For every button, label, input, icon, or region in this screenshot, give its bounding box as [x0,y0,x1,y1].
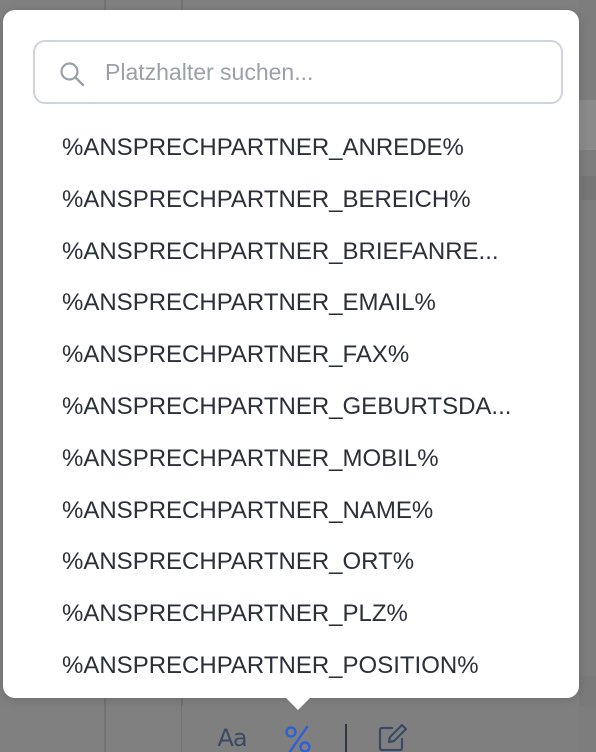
search-icon [60,62,85,87]
placeholder-item[interactable]: %ANSPRECHPARTNER_NAME% [3,485,579,537]
search-field[interactable] [33,40,563,104]
editor-toolbar: Aa [182,706,579,752]
placeholder-popover: %ANSPRECHPARTNER_ANREDE% %ANSPRECHPARTNE… [3,10,579,698]
placeholder-item[interactable]: %ANSPRECHPARTNER_ORT% [3,536,579,588]
background-panel-block [579,176,596,200]
insert-placeholder-button[interactable] [282,724,314,752]
edit-button[interactable] [377,724,409,752]
toolbar-divider [345,724,347,752]
search-input[interactable] [105,42,545,102]
placeholder-item[interactable]: %ANSPRECHPARTNER_BRIEFANRE... [3,226,579,278]
placeholder-item[interactable]: %ANSPRECHPARTNER_EMAIL% [3,277,579,329]
placeholder-item[interactable]: %ANSPRECHPARTNER_FAX% [3,329,579,381]
placeholder-item[interactable]: %ANSPRECHPARTNER_ANREDE% [3,122,579,174]
background-panel-block [579,100,596,150]
text-format-button[interactable]: Aa [216,724,248,752]
placeholder-item[interactable]: %ANSPRECHPARTNER_PLZ% [3,588,579,640]
placeholder-item[interactable]: %ANSPRECHPARTNER_POSITION% [3,640,579,692]
placeholder-item[interactable]: %ANSPRECHPARTNER_MOBIL% [3,433,579,485]
background-panel-block [579,676,596,706]
percent-icon [285,725,311,752]
placeholder-list: %ANSPRECHPARTNER_ANREDE% %ANSPRECHPARTNE… [3,122,579,692]
placeholder-item[interactable]: %ANSPRECHPARTNER_BEREICH% [3,174,579,226]
text-format-icon: Aa [217,724,247,752]
popover-arrow [284,696,312,710]
placeholder-item[interactable]: %ANSPRECHPARTNER_GEBURTSDA... [3,381,579,433]
edit-icon [378,724,408,752]
